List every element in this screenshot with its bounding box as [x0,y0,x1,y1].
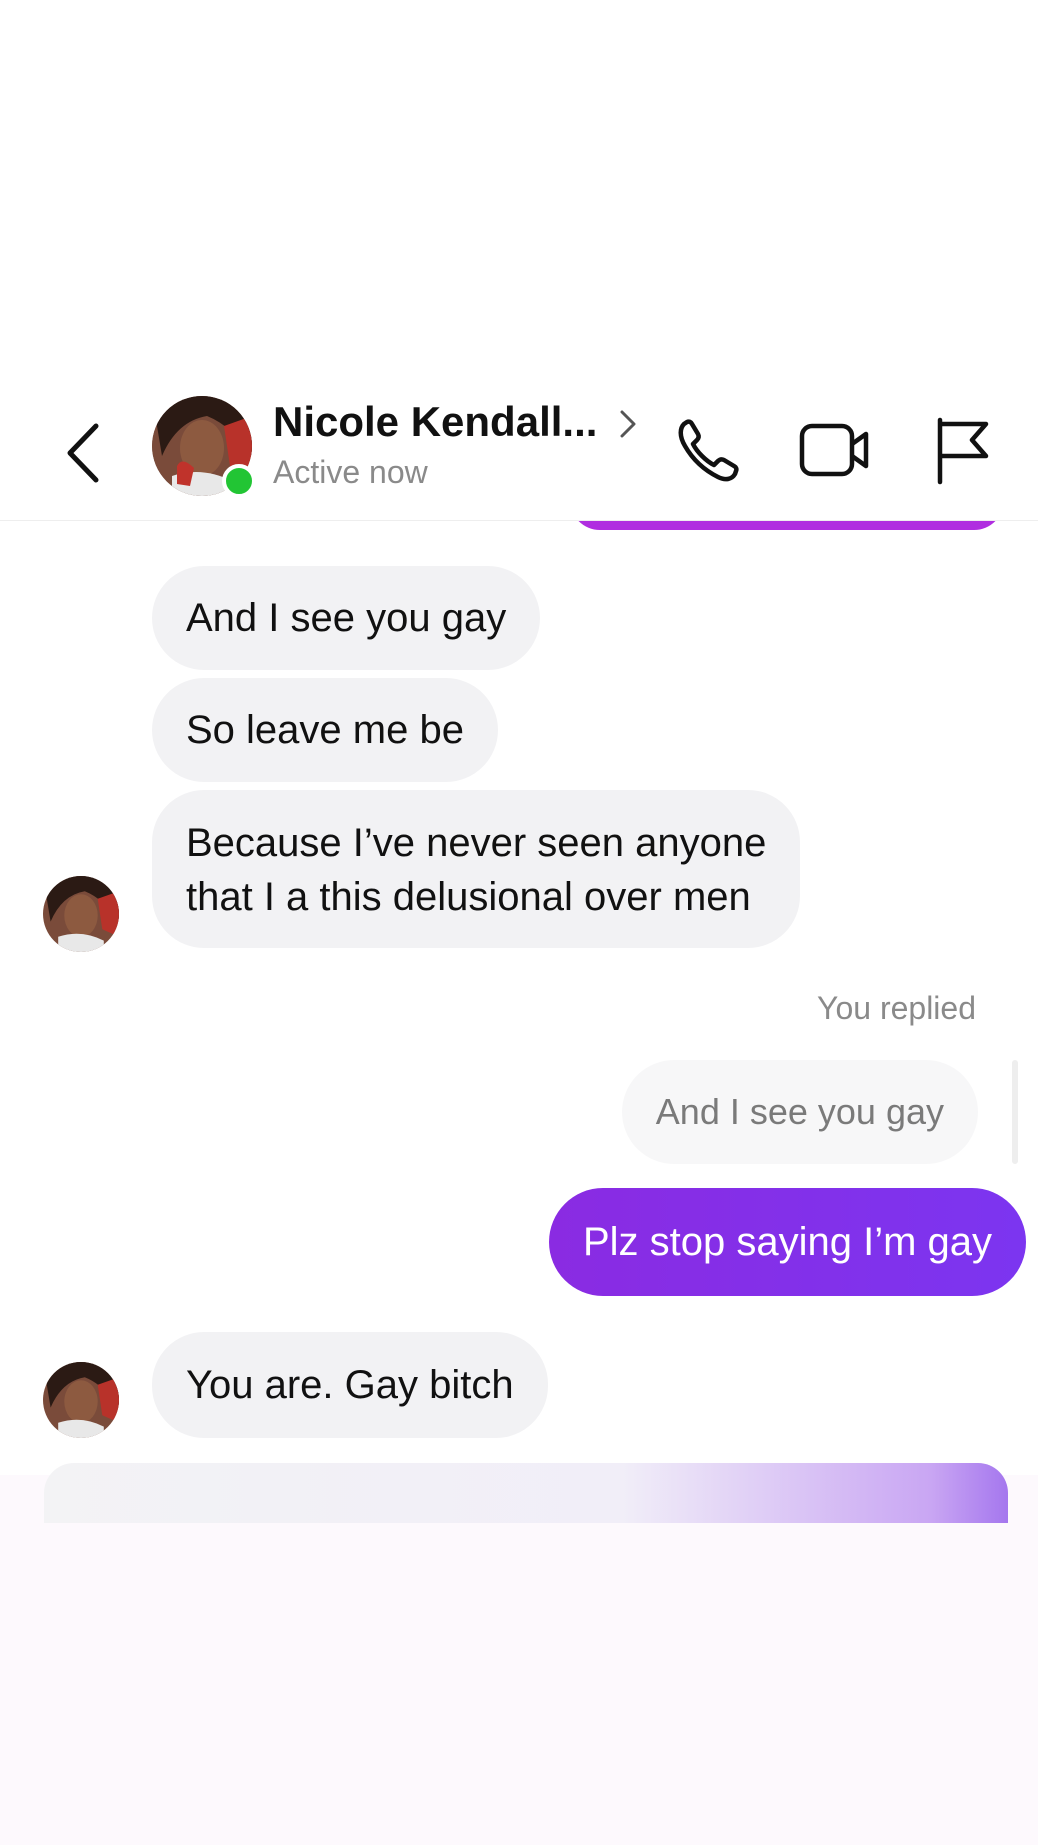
message-line: that I a this delusional over men [186,875,751,919]
previous-outgoing-bubble [570,520,1004,530]
contact-status: Active now [273,454,428,490]
message-bubble[interactable]: So leave me be [152,678,498,782]
contact-name[interactable]: Nicole Kendall... [273,398,597,446]
avatar[interactable] [43,876,119,952]
quoted-message[interactable]: And I see you gay [621,1060,978,1164]
message-list[interactable]: And I see you gay So leave me be Because… [0,520,1038,1475]
message-bubble[interactable]: Plz stop saying I’m gay [548,1188,1026,1296]
quote-bar [1012,1060,1018,1164]
chevron-left-icon[interactable] [58,418,108,488]
phone-icon[interactable] [668,414,748,486]
message-line: Because I’ve never seen anyone [186,821,767,865]
avatar[interactable] [43,1362,119,1438]
flag-icon[interactable] [926,414,1006,486]
message-bubble[interactable]: Because I’ve never seen anyone that I a … [152,790,801,948]
message-composer[interactable] [44,1463,1008,1523]
online-indicator [222,464,256,498]
bottom-area [0,1475,1038,1845]
chat-header: Nicole Kendall... Active now [0,380,1038,521]
contact-avatar-wrap[interactable] [152,396,256,498]
video-camera-icon[interactable] [796,414,876,486]
message-bubble[interactable]: You are. Gay bitch [152,1332,548,1438]
message-bubble[interactable]: And I see you gay [152,566,541,670]
reply-label: You replied [817,990,976,1026]
chevron-right-icon[interactable] [616,406,640,442]
